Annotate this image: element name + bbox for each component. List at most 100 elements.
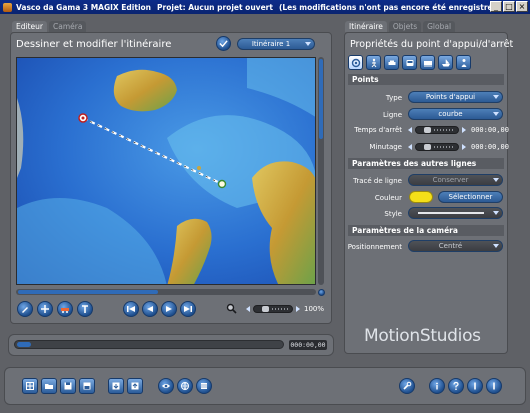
render-button[interactable]	[196, 378, 212, 394]
point-type-boat[interactable]	[438, 55, 453, 70]
tools-button[interactable]	[399, 378, 415, 394]
temps-slider[interactable]	[415, 126, 459, 134]
temps-value: 000:00,00	[471, 126, 509, 134]
tab-camera[interactable]: Caméra	[48, 21, 87, 32]
tab-objets[interactable]: Objets	[388, 21, 422, 32]
boat-icon	[441, 59, 450, 66]
left-tabs: Editeur Caméra	[12, 21, 87, 32]
route-select[interactable]: Itinéraire 1	[237, 38, 315, 50]
start-point-marker[interactable]	[78, 113, 88, 123]
minutage-decrease-arrow[interactable]	[408, 144, 412, 150]
type-label: Type	[385, 94, 402, 102]
pencil-tool-button[interactable]	[17, 301, 33, 317]
minutage-increase-arrow[interactable]	[462, 144, 466, 150]
eye-icon	[162, 384, 170, 388]
close-button[interactable]: ×	[516, 1, 528, 12]
plus-point-icon	[41, 305, 49, 313]
grid-icon	[26, 382, 34, 390]
text-tool-button[interactable]	[77, 301, 93, 317]
import-button[interactable]	[127, 378, 143, 394]
save-icon	[64, 382, 72, 390]
position-select[interactable]: Centré	[408, 240, 503, 252]
temps-decrease-arrow[interactable]	[408, 127, 412, 133]
chevron-down-icon	[493, 211, 499, 215]
pencil-icon	[22, 307, 28, 313]
route-map[interactable]	[16, 57, 316, 285]
point-type-bus[interactable]	[402, 55, 417, 70]
zoom-in-arrow[interactable]	[296, 306, 300, 312]
point-type-car[interactable]	[384, 55, 399, 70]
point-type-person[interactable]	[456, 55, 471, 70]
app-icon	[3, 2, 12, 12]
trace-select[interactable]: Conserver	[408, 174, 503, 186]
help-icon	[453, 381, 459, 390]
step-back-icon	[147, 306, 153, 312]
tab-global[interactable]: Global	[423, 21, 456, 32]
import-icon	[131, 382, 139, 390]
check-icon	[219, 40, 228, 48]
zoom-out-arrow[interactable]	[246, 306, 250, 312]
new-project-button[interactable]	[22, 378, 38, 394]
help-button[interactable]	[448, 378, 464, 394]
train-icon	[423, 60, 432, 66]
select-color-button[interactable]: Sélectionner	[438, 191, 503, 203]
ligne-select-value: courbe	[438, 110, 463, 118]
add-point-button[interactable]	[37, 301, 53, 317]
chevron-down-icon	[493, 95, 499, 99]
film-icon	[201, 383, 207, 389]
tab-editeur[interactable]: Editeur	[12, 21, 47, 32]
info-button[interactable]	[429, 378, 445, 394]
type-select[interactable]: Points d'appui	[408, 91, 503, 103]
vehicle-button[interactable]	[57, 301, 73, 317]
map-vertical-scrollbar[interactable]	[318, 57, 324, 285]
type-select-value: Points d'appui	[425, 93, 476, 101]
settings-button[interactable]	[467, 378, 483, 394]
map-canvas	[17, 58, 315, 284]
minutage-slider[interactable]	[415, 143, 459, 151]
save-as-button[interactable]	[79, 378, 95, 394]
line-color-swatch[interactable]	[409, 191, 433, 203]
open-project-button[interactable]	[41, 378, 57, 394]
ligne-select[interactable]: courbe	[408, 108, 503, 120]
section-lines: Paramètres des autres lignes	[348, 158, 504, 169]
trace-label: Tracé de ligne	[353, 177, 402, 185]
style-select[interactable]	[408, 207, 503, 219]
skip-end-icon	[184, 306, 192, 312]
point-type-walker[interactable]	[366, 55, 381, 70]
step-back-button[interactable]	[142, 301, 158, 317]
save-button[interactable]	[60, 378, 76, 394]
export-button[interactable]	[108, 378, 124, 394]
brand-logo: MotionStudios	[364, 326, 481, 346]
confirm-check-button[interactable]	[216, 36, 231, 51]
chevron-down-icon	[493, 178, 499, 182]
goto-start-button[interactable]	[123, 301, 139, 317]
minimize-button[interactable]: _	[490, 1, 502, 12]
temps-increase-arrow[interactable]	[462, 127, 466, 133]
play-button[interactable]	[161, 301, 177, 317]
maximize-button[interactable]: □	[503, 1, 515, 12]
globe-view-button[interactable]	[177, 378, 193, 394]
folder-icon	[45, 384, 53, 389]
minutage-label: Minutage	[369, 143, 402, 151]
save-as-icon	[83, 382, 91, 390]
minutage-value: 000:00,00	[471, 143, 509, 151]
tab-itineraire[interactable]: Itinéraire	[345, 21, 387, 32]
exit-button[interactable]	[486, 378, 502, 394]
point-type-support[interactable]	[348, 55, 363, 70]
timeline-progress[interactable]	[14, 340, 284, 349]
preview-button[interactable]	[158, 378, 174, 394]
zoom-icon	[226, 303, 237, 314]
bus-icon	[406, 59, 413, 66]
point-type-train[interactable]	[420, 55, 435, 70]
end-point-marker[interactable]	[217, 179, 227, 189]
map-horizontal-scrollbar[interactable]	[16, 289, 316, 295]
properties-title: Propriétés du point d'appui/d'arrêt	[350, 39, 514, 50]
select-color-label: Sélectionner	[448, 193, 493, 201]
style-label: Style	[384, 210, 402, 218]
route-select-value: Itinéraire 1	[251, 40, 291, 48]
zoom-slider[interactable]	[253, 305, 293, 313]
section-camera: Paramètres de la caméra	[348, 225, 504, 236]
app-title: Vasco da Gama 3 MAGIX Edition	[16, 2, 152, 12]
exit-icon	[493, 382, 495, 390]
goto-end-button[interactable]	[180, 301, 196, 317]
